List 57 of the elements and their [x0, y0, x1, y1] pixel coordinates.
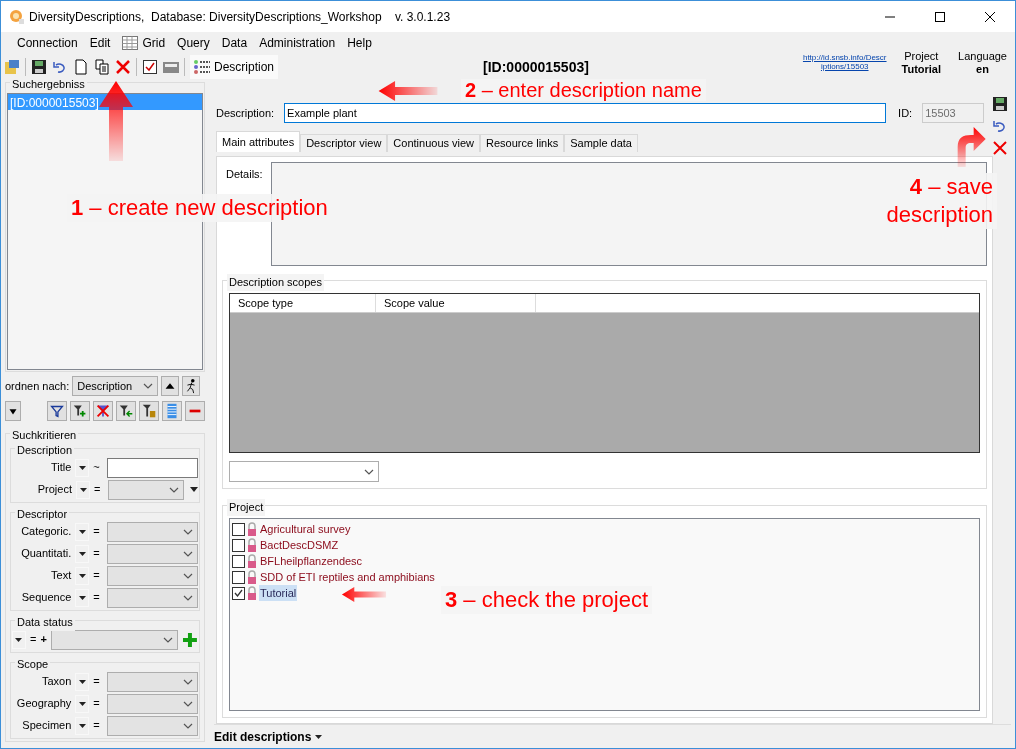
operator-label: = [93, 524, 101, 540]
operator-label: ~ [93, 460, 101, 476]
criterion-label: Sequence [20, 590, 72, 606]
criterion-label: Specimen [21, 718, 72, 734]
tab[interactable]: Resource links [480, 134, 565, 152]
operator-label: = [93, 696, 101, 712]
window-title: DiversityDescriptions, Database: DiversityDescriptions_Workshop v. 3.0.1.23 [29, 8, 451, 26]
description-label: Description: [216, 105, 275, 121]
operator-label: = [29, 632, 37, 648]
project-name[interactable]: BFLheilpflanzendesc [259, 552, 364, 570]
project-name[interactable]: SDD of ETI reptiles and amphibians [259, 568, 436, 586]
column-header[interactable]: Scope value [376, 294, 536, 312]
language-value: en [976, 63, 989, 76]
operator-label: = [93, 718, 101, 734]
menu-item[interactable]: Help [341, 34, 378, 52]
criterion-label: Project [36, 482, 72, 498]
project-name[interactable]: Agricultural survey [259, 520, 352, 538]
group-title: Project [227, 499, 266, 516]
criterion-label: Quantitati. [20, 546, 72, 562]
criterion-label: Taxon [40, 674, 72, 690]
record-link[interactable]: http://id.snsb.info/Descr iptions/15503 [802, 53, 887, 71]
operator-label: = [94, 482, 102, 498]
language-label: Language [958, 50, 1007, 63]
operator-label: = [93, 590, 101, 606]
criterion-label: Geography [15, 696, 72, 712]
description-input[interactable]: Example plant [284, 103, 887, 123]
sort-dropdown[interactable]: Description [72, 376, 159, 396]
menu-item[interactable]: Data [215, 34, 254, 52]
menu-item[interactable]: Edit [83, 34, 117, 52]
record-id: [ID:0000015503] [483, 57, 589, 77]
operator-label: = [93, 674, 101, 690]
project-name[interactable]: Tutorial [259, 584, 298, 602]
view-tab[interactable]: Description [190, 55, 279, 79]
tab[interactable]: Continuous view [387, 134, 481, 152]
annotation-label: 2 – enter description name [461, 79, 706, 101]
menu-item[interactable]: Connection [11, 34, 84, 52]
menu-item[interactable]: Administration [253, 34, 342, 52]
tab[interactable]: Main attributes [216, 131, 301, 152]
project-label: Project [904, 50, 939, 63]
annotation-label: 3 – check the project [441, 586, 653, 614]
project-name[interactable]: BactDescDSMZ [259, 536, 340, 554]
group-title: Description scopes [227, 274, 324, 291]
project-value: Tutorial [901, 63, 942, 76]
tab[interactable]: Descriptor view [300, 134, 388, 152]
column-header[interactable]: Scope type [230, 294, 376, 312]
operator-label: = [93, 568, 101, 584]
menu-item[interactable]: Grid [116, 34, 172, 52]
menu-item[interactable]: Query [171, 34, 216, 52]
criterion-label: Text [50, 568, 72, 584]
id-label: ID: [898, 105, 913, 121]
status-menu[interactable]: Edit descriptions [214, 727, 323, 746]
plus-label: + [40, 632, 47, 648]
tab[interactable]: Sample data [564, 134, 638, 152]
criterion-label: Categoric. [20, 524, 72, 540]
criterion-label: Title [49, 460, 72, 476]
sort-label: ordnen nach: [5, 378, 70, 394]
operator-label: = [93, 546, 101, 562]
